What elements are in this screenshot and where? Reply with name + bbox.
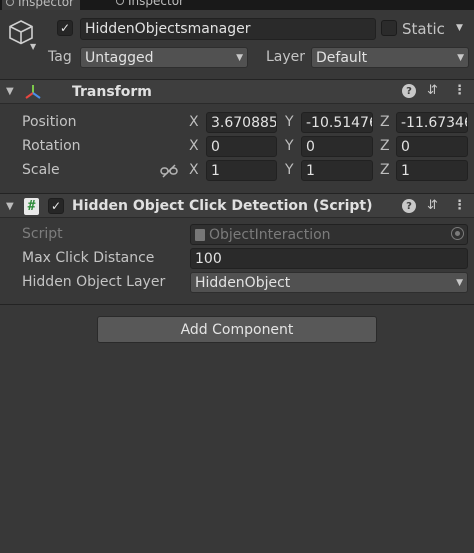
inspector-tab-icon (116, 0, 124, 5)
transform-axes-icon (25, 85, 41, 99)
component-separator (0, 304, 474, 305)
script-asset-icon (195, 228, 205, 241)
rotation-z-field[interactable]: 0 (396, 136, 468, 157)
object-picker-icon (451, 227, 464, 240)
tab-strip: Inspector Inspector (0, 0, 474, 10)
inspector-tab-icon (6, 0, 14, 6)
layer-label: Layer (266, 49, 306, 65)
constrain-proportions-icon[interactable] (160, 164, 178, 178)
rotation-x-field[interactable]: 0 (206, 136, 277, 157)
script-component-title: Hidden Object Click Detection (Script) (72, 198, 373, 214)
tag-value: Untagged (85, 49, 154, 66)
tab-label: Inspector (128, 0, 184, 8)
transform-title: Transform (72, 84, 152, 100)
max-click-distance-field[interactable]: 100 (190, 248, 468, 269)
script-object-value: ObjectInteraction (209, 226, 331, 243)
gameobject-name-field[interactable]: HiddenObjectsmanager (80, 18, 376, 40)
scale-y-axis-label[interactable]: Y (285, 162, 294, 178)
position-z-field[interactable]: -11.67346 (396, 112, 468, 133)
rotation-x-axis-label[interactable]: X (189, 138, 199, 154)
help-icon[interactable]: ? (402, 84, 416, 98)
script-enabled-checkbox[interactable]: ✓ (48, 198, 64, 214)
tab-inspector-2[interactable]: Inspector (112, 0, 190, 10)
static-checkbox[interactable] (381, 20, 397, 36)
icon-dropdown-caret-icon[interactable]: ▼ (30, 42, 36, 51)
script-field-label: Script (22, 226, 63, 242)
preset-sliders-icon[interactable]: ⇵ (427, 198, 438, 213)
tab-inspector-1[interactable]: Inspector (2, 0, 80, 10)
static-dropdown-caret-icon[interactable]: ▼ (456, 23, 463, 33)
kebab-menu-icon[interactable]: ⋮ (453, 83, 466, 98)
tag-label: Tag (48, 49, 72, 65)
rotation-z-axis-label[interactable]: Z (380, 138, 390, 154)
scale-x-field[interactable]: 1 (206, 160, 277, 181)
chevron-down-icon: ▼ (236, 52, 243, 63)
hidden-object-layer-label: Hidden Object Layer (22, 274, 166, 290)
help-icon[interactable]: ? (402, 199, 416, 213)
rotation-label: Rotation (22, 138, 81, 154)
hidden-object-layer-value: HiddenObject (195, 274, 291, 291)
add-component-button[interactable]: Add Component (97, 316, 377, 343)
scale-z-field[interactable]: 1 (396, 160, 468, 181)
script-object-field: ObjectInteraction (190, 224, 468, 245)
gameobject-active-checkbox[interactable]: ✓ (57, 20, 73, 36)
csharp-script-icon: # (24, 198, 39, 215)
position-x-field[interactable]: 3.670885 (206, 112, 277, 133)
static-label: Static (402, 20, 445, 38)
scale-label: Scale (22, 162, 60, 178)
position-x-axis-label[interactable]: X (189, 114, 199, 130)
script-foldout-icon[interactable]: ▼ (6, 201, 14, 212)
rotation-y-field[interactable]: 0 (301, 136, 373, 157)
rotation-y-axis-label[interactable]: Y (285, 138, 294, 154)
position-z-axis-label[interactable]: Z (380, 114, 390, 130)
hidden-object-layer-dropdown[interactable]: HiddenObject ▼ (190, 272, 468, 293)
layer-value: Default (316, 49, 368, 66)
scale-z-axis-label[interactable]: Z (380, 162, 390, 178)
tab-label: Inspector (18, 0, 74, 9)
chevron-down-icon: ▼ (457, 52, 464, 63)
chevron-down-icon: ▼ (456, 277, 463, 288)
preset-sliders-icon[interactable]: ⇵ (427, 83, 438, 98)
tag-dropdown[interactable]: Untagged ▼ (80, 47, 248, 68)
position-y-field[interactable]: -10.51476 (301, 112, 373, 133)
scale-x-axis-label[interactable]: X (189, 162, 199, 178)
max-click-distance-label: Max Click Distance (22, 250, 155, 266)
transform-foldout-icon[interactable]: ▼ (6, 86, 14, 97)
position-y-axis-label[interactable]: Y (285, 114, 294, 130)
position-label: Position (22, 114, 77, 130)
kebab-menu-icon[interactable]: ⋮ (453, 198, 466, 213)
layer-dropdown[interactable]: Default ▼ (311, 47, 469, 68)
scale-y-field[interactable]: 1 (301, 160, 373, 181)
